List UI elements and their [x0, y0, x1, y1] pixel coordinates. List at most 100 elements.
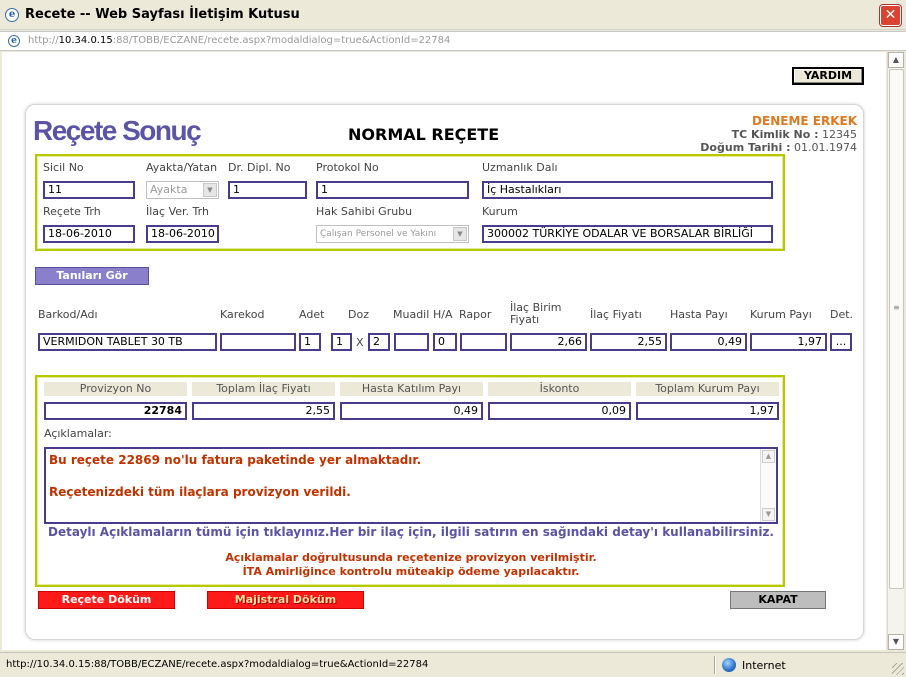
rapor-input[interactable]	[460, 333, 507, 351]
katilim-label: Hasta Katılım Payı	[340, 382, 483, 396]
adet-input[interactable]: 1	[299, 333, 321, 351]
protokol-input[interactable]: 1	[316, 181, 469, 199]
notes-scrollbar[interactable]: ▲ ▼	[760, 449, 776, 522]
page-icon: e	[8, 35, 20, 47]
doz1-input[interactable]: 1	[331, 333, 352, 351]
sicil-input[interactable]: 11	[43, 181, 135, 199]
fiyat-input[interactable]: 2,55	[590, 333, 667, 351]
page-title: Reçete Sonuç	[33, 115, 202, 146]
address-rest: :88/TOBB/ECZANE/recete.aspx?modaldialog=…	[112, 35, 451, 46]
summary-box: Provizyon No Toplam İlaç Fiyatı Hasta Ka…	[35, 375, 785, 587]
chevron-down-icon: ▼	[203, 183, 217, 197]
kurum-input[interactable]: 300002 TÜRKİYE ODALAR VE BORSALAR BİRLİĞ…	[482, 225, 773, 243]
kurum-total-input[interactable]: 1,97	[636, 402, 779, 420]
recete-trh-input[interactable]: 18-06-2010	[43, 225, 135, 243]
resize-grip-icon[interactable]	[892, 663, 904, 675]
address-host: 10.34.0.15	[58, 35, 113, 46]
tc-label: TC Kimlik No :	[731, 128, 819, 141]
uzmanlik-label: Uzmanlık Dalı	[482, 161, 558, 174]
muadil-input[interactable]	[394, 333, 429, 351]
window-title: Recete -- Web Sayfası İletişim Kutusu	[25, 7, 300, 22]
col-det: Det.	[830, 308, 854, 321]
ilac-ver-input[interactable]: 18-06-2010	[146, 225, 219, 243]
hak-value: Çalışan Personel ve Yakını	[320, 229, 437, 239]
uzmanlik-input[interactable]: İç Hastalıkları	[482, 181, 773, 199]
page-content: YARDIM Reçete Sonuç NORMAL REÇETE DENEME…	[2, 52, 886, 650]
tc-value: 12345	[822, 128, 857, 141]
status-bar: http://10.34.0.15:88/TOBB/ECZANE/recete.…	[0, 652, 906, 677]
provizyon-input[interactable]: 22784	[44, 402, 187, 420]
scroll-up-icon[interactable]: ▲	[762, 450, 775, 463]
iskonto-input[interactable]: 0,09	[488, 402, 631, 420]
col-adet: Adet	[299, 308, 325, 321]
drug-name-input[interactable]: VERMIDON TABLET 30 TB	[38, 333, 217, 351]
iskonto-label: İskonto	[488, 382, 631, 396]
recete-dokum-button[interactable]: Reçete Döküm	[38, 591, 175, 609]
result-message: Açıklamalar doğrultusunda reçetenize pro…	[37, 551, 785, 579]
status-divider	[714, 656, 716, 674]
karekod-input[interactable]	[220, 333, 296, 351]
ha-input[interactable]: 0	[433, 333, 457, 351]
col-karekod: Karekod	[220, 308, 265, 321]
col-kurum: Kurum Payı	[750, 308, 812, 321]
prescription-form: Sicil No Ayakta/Yatan Dr. Dipl. No Proto…	[35, 154, 785, 251]
col-barkod: Barkod/Adı	[38, 308, 98, 321]
diploma-input[interactable]: 1	[228, 181, 307, 199]
status-url: http://10.34.0.15:88/TOBB/ECZANE/recete.…	[6, 659, 429, 670]
kurum-payi-input[interactable]: 1,97	[750, 333, 827, 351]
show-diagnoses-button[interactable]: Tanıları Gör	[35, 267, 149, 285]
protokol-label: Protokol No	[316, 161, 379, 174]
col-muadil: Muadil	[393, 308, 430, 321]
scroll-up-icon[interactable]: ▲	[888, 52, 904, 68]
provizyon-label: Provizyon No	[44, 382, 187, 396]
col-fiyat: İlaç Fiyatı	[590, 308, 642, 321]
diploma-label: Dr. Dipl. No	[228, 161, 291, 174]
kurum-label: Kurum	[482, 205, 518, 218]
prescription-type: NORMAL REÇETE	[348, 125, 500, 144]
scroll-down-icon[interactable]: ▼	[888, 634, 904, 650]
aciklama-label: Açıklamalar:	[44, 427, 112, 440]
address-prefix: http://	[28, 35, 59, 46]
detail-link[interactable]: Detaylı Açıklamaların tümü için tıklayın…	[37, 525, 785, 539]
ayakta-select[interactable]: Ayakta ▼	[146, 181, 219, 199]
status-zone: Internet	[742, 659, 786, 672]
hak-label: Hak Sahibi Grubu	[316, 205, 413, 218]
page-scrollbar[interactable]: ▲ ≡ ▼	[887, 52, 904, 650]
katilim-input[interactable]: 0,49	[340, 402, 483, 420]
ilac-ver-label: İlaç Ver. Trh	[146, 205, 209, 218]
majistral-dokum-button[interactable]: Majistral Döküm	[207, 591, 364, 609]
result-line-1: Açıklamalar doğrultusunda reçetenize pro…	[225, 551, 597, 564]
col-ha: H/A	[433, 308, 453, 321]
address-text: http://10.34.0.15:88/TOBB/ECZANE/recete.…	[28, 35, 450, 46]
col-doz: Doz	[348, 308, 369, 321]
kurum-total-label: Toplam Kurum Payı	[636, 382, 779, 396]
detail-button[interactable]: ...	[830, 333, 852, 351]
col-rapor: Rapor	[459, 308, 492, 321]
note-provision: Reçetenizdeki tüm ilaçlara provizyon ver…	[49, 485, 351, 499]
scroll-down-icon[interactable]: ▼	[762, 508, 775, 521]
ayakta-value: Ayakta	[150, 183, 188, 196]
col-hasta: Hasta Payı	[670, 308, 728, 321]
close-button[interactable]: ✕	[880, 5, 901, 26]
result-line-2: İTA Amirliğince kontrolu müteakip ödeme …	[242, 565, 580, 578]
birim-input[interactable]: 2,66	[510, 333, 587, 351]
hak-select[interactable]: Çalışan Personel ve Yakını ▼	[316, 225, 469, 243]
grip-icon: ≡	[893, 303, 900, 312]
doz2-input[interactable]: 2	[368, 333, 390, 351]
patient-info: DENEME ERKEK TC Kimlik No : 12345 Doğum …	[700, 114, 857, 155]
help-button[interactable]: YARDIM	[792, 67, 864, 85]
col-birim: İlaç Birim Fiyatı	[510, 301, 562, 326]
notes-textarea[interactable]: Bu reçete 22869 no'lu fatura paketinde y…	[44, 447, 778, 524]
dob-label: Doğum Tarihi :	[700, 141, 791, 154]
scroll-thumb[interactable]: ≡	[889, 69, 904, 589]
patient-name: DENEME ERKEK	[752, 114, 857, 128]
ie-icon: e	[5, 8, 19, 22]
hasta-input[interactable]: 0,49	[670, 333, 747, 351]
close-dialog-button[interactable]: KAPAT	[730, 591, 826, 609]
toplam-input[interactable]: 2,55	[192, 402, 335, 420]
address-bar: e http://10.34.0.15:88/TOBB/ECZANE/recet…	[0, 31, 906, 51]
title-bar: e Recete -- Web Sayfası İletişim Kutusu …	[0, 0, 906, 30]
ayakta-label: Ayakta/Yatan	[146, 161, 218, 174]
result-card: Reçete Sonuç NORMAL REÇETE DENEME ERKEK …	[25, 104, 864, 640]
dob-value: 01.01.1974	[794, 141, 857, 154]
